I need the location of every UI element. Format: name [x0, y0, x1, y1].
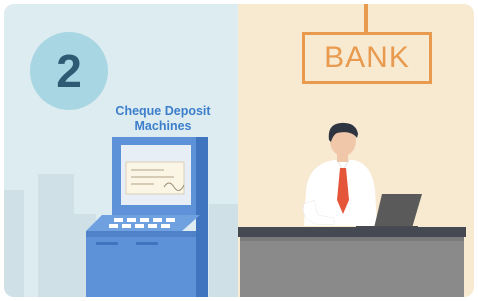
scene-artwork [86, 122, 466, 297]
keypad-key [114, 218, 123, 222]
keypad-key [109, 224, 118, 228]
counter-front [240, 237, 464, 297]
keypad-key [140, 218, 149, 222]
atm-slot [136, 242, 158, 245]
atm-slot [96, 242, 118, 245]
keypad-key [161, 224, 170, 228]
atm-lower-body [86, 231, 196, 297]
keypad-key [166, 218, 175, 222]
atm-side-panel [196, 137, 208, 297]
keypad-key [122, 224, 131, 228]
atm-lower-trim [86, 231, 196, 237]
cheque-deposit-machine [86, 137, 208, 297]
keypad-key [127, 218, 136, 222]
bank-counter [238, 227, 466, 297]
keypad-key [153, 218, 162, 222]
illustration-frame: 2 Cheque Deposit Machines BANK [4, 4, 474, 297]
atm-keypad-shelf [86, 215, 200, 231]
keypad-key [135, 224, 144, 228]
bank-teller [303, 122, 377, 226]
laptop-screen [374, 194, 422, 228]
counter-shadow [240, 237, 464, 241]
counter-top [238, 227, 466, 237]
keypad-key [148, 224, 157, 228]
